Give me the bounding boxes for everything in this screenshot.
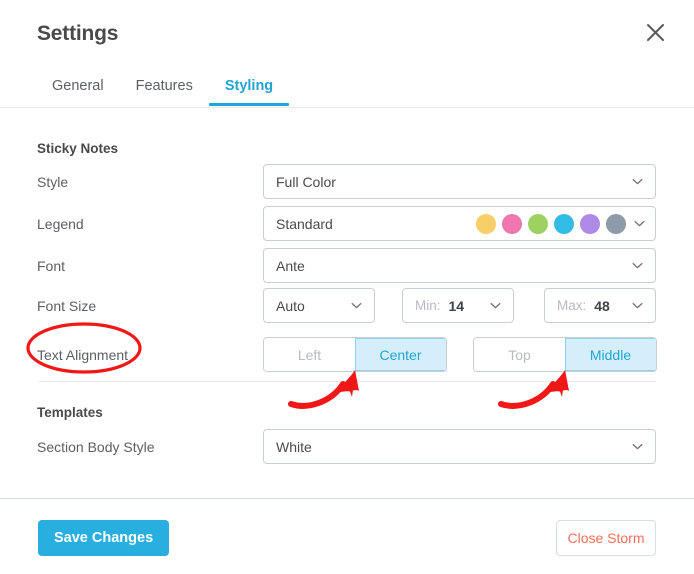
chevron-down-icon xyxy=(351,300,362,311)
legend-swatch xyxy=(606,213,626,234)
chevron-down-icon xyxy=(632,176,643,187)
align-center-label: Center xyxy=(379,346,422,363)
chevron-down-icon xyxy=(632,441,643,452)
align-middle-label: Middle xyxy=(589,346,632,363)
section-body-style-select[interactable]: White xyxy=(263,429,656,464)
close-storm-button[interactable]: Close Storm xyxy=(556,520,656,556)
chevron-down-icon xyxy=(632,260,643,271)
font-size-max-value: 48 xyxy=(594,297,610,314)
style-select[interactable]: Full Color xyxy=(263,164,656,199)
tab-styling-label: Styling xyxy=(224,78,274,94)
label-style: Style xyxy=(37,174,69,190)
modal-header: Settings General Features Styling xyxy=(0,0,694,110)
tab-features[interactable]: Features xyxy=(120,78,209,106)
page-title: Settings xyxy=(37,22,119,45)
chevron-down-icon xyxy=(632,300,643,311)
align-middle-option[interactable]: Middle xyxy=(565,338,656,371)
chevron-down-icon xyxy=(490,300,501,311)
section-title-sticky-notes: Sticky Notes xyxy=(37,141,119,156)
font-size-max-select[interactable]: Max: 48 xyxy=(544,288,656,323)
tab-features-label: Features xyxy=(135,78,193,94)
align-center-option[interactable]: Center xyxy=(355,338,446,371)
tab-styling[interactable]: Styling xyxy=(208,78,290,106)
text-alignment-horizontal-group: Left Center xyxy=(263,337,447,372)
legend-swatches xyxy=(476,213,626,234)
align-top-label: Top xyxy=(508,346,531,363)
legend-select-value: Standard xyxy=(276,215,333,232)
legend-swatch xyxy=(554,213,574,234)
settings-body: Sticky Notes Style Full Color Legend Sta… xyxy=(0,108,694,498)
font-size-min-select[interactable]: Min: 14 xyxy=(402,288,514,323)
label-font-size: Font Size xyxy=(37,298,97,314)
settings-modal: Settings General Features Styling Sticky… xyxy=(0,0,694,574)
legend-swatch xyxy=(580,213,600,234)
text-alignment-vertical-group: Top Middle xyxy=(473,337,657,372)
tab-general[interactable]: General xyxy=(37,78,120,106)
align-top-option[interactable]: Top xyxy=(474,338,565,371)
font-size-min-prefix: Min: xyxy=(415,298,441,313)
font-select-value: Ante xyxy=(276,257,305,274)
font-size-max-prefix: Max: xyxy=(557,298,587,313)
font-select[interactable]: Ante xyxy=(263,248,656,283)
label-section-body-style: Section Body Style xyxy=(37,439,155,455)
label-legend: Legend xyxy=(37,216,84,232)
tab-general-label: General xyxy=(52,78,104,94)
section-body-style-value: White xyxy=(276,438,312,455)
close-icon[interactable] xyxy=(636,13,674,51)
style-select-value: Full Color xyxy=(276,173,336,190)
legend-swatch xyxy=(502,213,522,234)
chevron-down-icon xyxy=(634,218,645,229)
settings-tabs: General Features Styling xyxy=(37,78,290,106)
legend-swatch xyxy=(528,213,548,234)
align-left-label: Left xyxy=(297,346,322,363)
section-title-templates: Templates xyxy=(37,405,103,420)
label-text-alignment: Text Alignment xyxy=(37,347,129,363)
legend-swatch xyxy=(476,213,496,234)
legend-select[interactable]: Standard xyxy=(263,206,656,241)
font-size-mode-select[interactable]: Auto xyxy=(263,288,375,323)
font-size-min-value: 14 xyxy=(448,297,465,314)
font-size-mode-value: Auto xyxy=(276,297,305,314)
footer-divider xyxy=(0,498,694,499)
label-font: Font xyxy=(37,258,66,274)
align-left-option[interactable]: Left xyxy=(264,338,355,371)
save-changes-button[interactable]: Save Changes xyxy=(38,520,170,556)
section-divider xyxy=(38,381,656,382)
